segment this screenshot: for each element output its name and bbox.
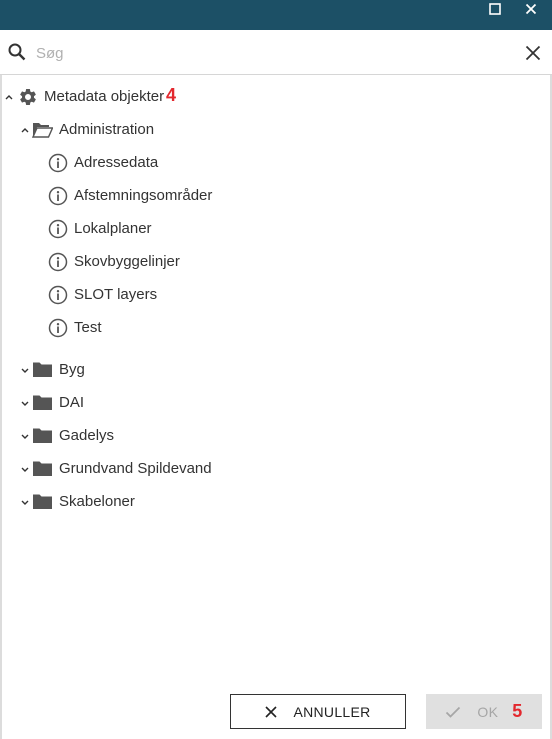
tree-leaf-label: Lokalplaner [74,220,152,237]
info-icon [48,219,68,244]
folder-label: DAI [59,394,85,411]
panel-border-left [0,75,2,739]
tree-folder-dai[interactable]: DAI [20,390,260,416]
tree-leaf[interactable]: Afstemningsområder [48,183,248,209]
ok-label: OK [477,703,499,720]
folder-label: Grundvand Spildevand [59,460,212,477]
gear-icon [18,87,38,112]
info-icon [48,252,68,277]
tree-folder-grundvand-spildevand[interactable]: Grundvand Spildevand [20,456,280,482]
chevron-down-icon[interactable] [20,465,30,475]
info-icon [48,186,68,211]
root-badge: 4 [166,85,177,105]
close-icon [265,705,278,718]
chevron-up-icon[interactable] [4,92,14,102]
tree-leaf[interactable]: Lokalplaner [48,216,248,242]
info-icon [48,153,68,178]
tree-leaf[interactable]: Adressedata [48,150,248,176]
folder-icon [32,460,53,482]
tree-leaf[interactable]: Test [48,315,248,341]
tree-leaf-label: Skovbyggelinjer [74,253,180,270]
chevron-down-icon[interactable] [20,399,30,409]
tree-leaf[interactable]: SLOT layers [48,282,248,308]
folder-open-icon [31,121,54,143]
tree-folder-byg[interactable]: Byg [20,357,260,383]
tree-leaf-label: SLOT layers [74,286,158,303]
cancel-button[interactable]: ANNULLER [230,694,406,729]
folder-label: Byg [59,361,85,378]
window-close-button[interactable] [516,0,546,22]
tree-leaf-label: Adressedata [74,154,159,171]
chevron-up-icon[interactable] [20,125,30,135]
tree-folder-administration[interactable]: Administration [20,117,220,143]
ok-badge: 5 [512,701,523,721]
maximize-icon [489,2,501,20]
folder-icon [32,361,53,383]
chevron-down-icon[interactable] [20,498,30,508]
check-icon [445,706,461,718]
tree-leaf-label: Afstemningsområder [74,187,213,204]
info-icon [48,318,68,343]
folder-icon [32,427,53,449]
folder-label: Gadelys [59,427,115,444]
folder-icon [32,493,53,515]
tree-leaf-label: Test [74,319,102,336]
folder-label: Administration [59,121,155,138]
folder-label: Skabeloner [59,493,135,510]
folder-icon [32,394,53,416]
search-bar [0,30,552,75]
maximize-button[interactable] [480,0,510,22]
info-icon [48,285,68,310]
ok-button[interactable]: OK 5 [426,694,542,729]
tree-folder-skabeloner[interactable]: Skabeloner [20,489,260,515]
tree-leaf[interactable]: Skovbyggelinjer [48,249,248,275]
tree-root-label: Metadata objekter [44,88,165,105]
search-input[interactable] [34,39,508,67]
clear-icon[interactable] [525,45,541,66]
cancel-label: ANNULLER [293,703,371,720]
chevron-down-icon[interactable] [20,432,30,442]
search-icon [8,43,26,66]
tree-folder-gadelys[interactable]: Gadelys [20,423,260,449]
chevron-down-icon[interactable] [20,366,30,376]
title-bar [0,0,552,30]
close-icon [525,2,537,20]
